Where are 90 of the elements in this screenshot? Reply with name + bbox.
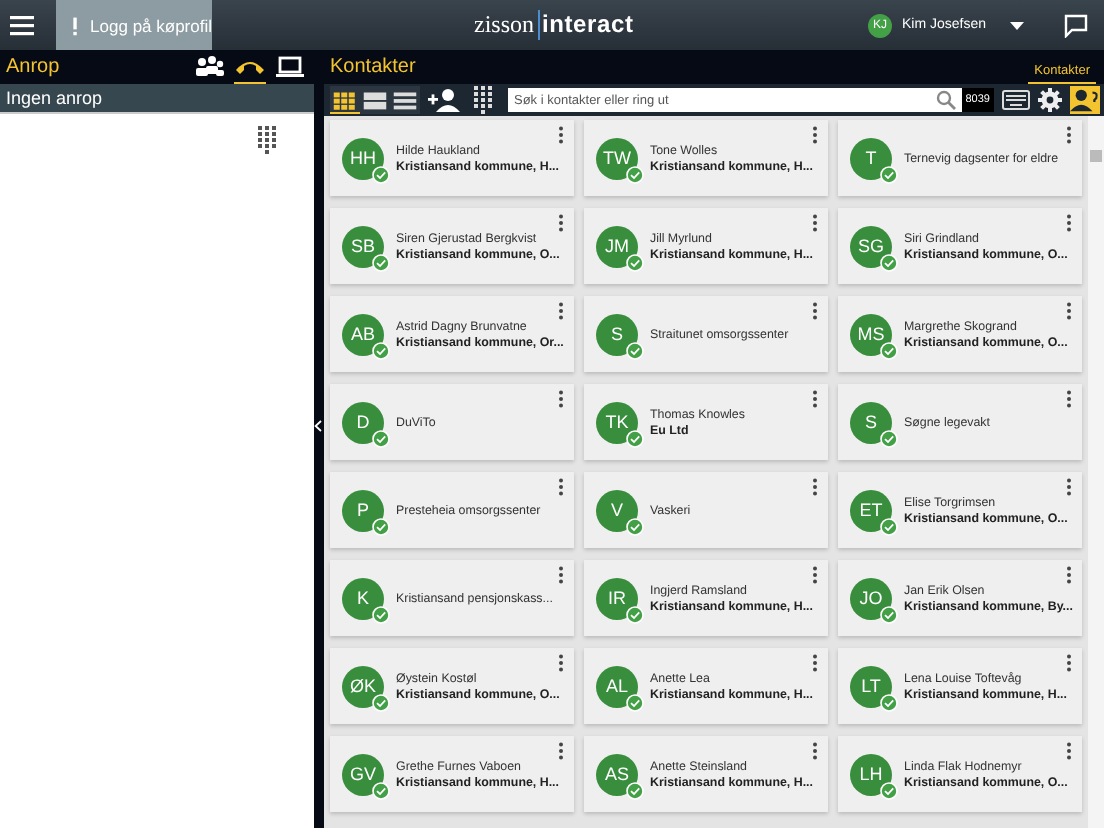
avatar: K — [342, 577, 384, 619]
more-icon[interactable] — [558, 390, 564, 408]
check-icon — [880, 253, 898, 271]
check-icon — [372, 605, 390, 623]
more-icon[interactable] — [1066, 302, 1072, 320]
check-icon — [626, 517, 644, 535]
avatar: HH — [342, 137, 384, 179]
check-icon — [372, 781, 390, 799]
avatar: TK — [596, 401, 638, 443]
check-icon — [880, 781, 898, 799]
check-icon — [372, 517, 390, 535]
more-icon[interactable] — [812, 478, 818, 496]
more-icon[interactable] — [1066, 566, 1072, 584]
panel-title: Anrop — [6, 56, 60, 78]
panel-title: Kontakter — [330, 56, 416, 78]
calls-tab[interactable] — [274, 51, 306, 83]
check-icon — [372, 429, 390, 447]
check-icon — [372, 341, 390, 359]
collapse-icon[interactable] — [314, 419, 322, 431]
check-icon — [626, 253, 644, 271]
avatar: AS — [596, 753, 638, 795]
avatar: AB — [342, 313, 384, 355]
more-icon[interactable] — [812, 214, 818, 232]
check-icon — [880, 605, 898, 623]
check-icon — [372, 165, 390, 183]
avatar: MS — [850, 313, 892, 355]
check-icon — [880, 693, 898, 711]
more-icon[interactable] — [812, 654, 818, 672]
more-icon[interactable] — [558, 478, 564, 496]
menu-icon[interactable] — [10, 13, 38, 37]
more-icon[interactable] — [558, 654, 564, 672]
avatar: LH — [850, 753, 892, 795]
more-icon[interactable] — [558, 302, 564, 320]
more-icon[interactable] — [558, 126, 564, 144]
avatar: SG — [850, 225, 892, 267]
chat-icon[interactable] — [1064, 13, 1088, 37]
avatar: ØK — [342, 665, 384, 707]
avatar: D — [342, 401, 384, 443]
avatar: JM — [596, 225, 638, 267]
avatar: GV — [342, 753, 384, 795]
group-icon — [194, 54, 226, 78]
more-icon[interactable] — [558, 742, 564, 760]
check-icon — [626, 341, 644, 359]
check-icon — [372, 693, 390, 711]
more-icon[interactable] — [812, 742, 818, 760]
more-icon[interactable] — [558, 566, 564, 584]
alert-icon — [70, 13, 81, 37]
check-icon — [880, 165, 898, 183]
scrollbar-thumb[interactable] — [1090, 150, 1102, 162]
add-contact-icon[interactable] — [428, 88, 460, 112]
avatar: S — [850, 401, 892, 443]
avatar: T — [850, 137, 892, 179]
caret-icon — [1010, 21, 1024, 29]
logo: zisson interact — [474, 10, 634, 40]
check-icon — [626, 693, 644, 711]
check-icon — [880, 517, 898, 535]
more-icon[interactable] — [1066, 478, 1072, 496]
avatar: V — [596, 489, 638, 531]
avatar: LT — [850, 665, 892, 707]
call-status: Ingen anrop — [0, 84, 314, 112]
check-icon — [372, 253, 390, 271]
avatar: P — [342, 489, 384, 531]
more-icon[interactable] — [1066, 390, 1072, 408]
check-icon — [626, 165, 644, 183]
check-icon — [626, 429, 644, 447]
more-icon[interactable] — [1066, 742, 1072, 760]
more-icon[interactable] — [1066, 654, 1072, 672]
check-icon — [880, 341, 898, 359]
more-icon[interactable] — [812, 302, 818, 320]
avatar: TW — [596, 137, 638, 179]
contact-status-button[interactable] — [1070, 86, 1100, 114]
keyboard-icon[interactable] — [1002, 90, 1030, 110]
avatar: JO — [850, 577, 892, 619]
avatar: SB — [342, 225, 384, 267]
more-icon[interactable] — [1066, 214, 1072, 232]
avatar: S — [596, 313, 638, 355]
check-icon — [626, 605, 644, 623]
more-icon[interactable] — [812, 390, 818, 408]
more-icon[interactable] — [558, 214, 564, 232]
avatar: ET — [850, 489, 892, 531]
avatar: IR — [596, 577, 638, 619]
more-icon[interactable] — [812, 126, 818, 144]
check-icon — [626, 781, 644, 799]
avatar: AL — [596, 665, 638, 707]
check-icon — [880, 429, 898, 447]
settings-icon[interactable] — [1038, 88, 1062, 112]
more-icon[interactable] — [812, 566, 818, 584]
search-icon[interactable] — [935, 90, 956, 110]
more-icon[interactable] — [1066, 126, 1072, 144]
laptop-icon — [274, 54, 306, 78]
